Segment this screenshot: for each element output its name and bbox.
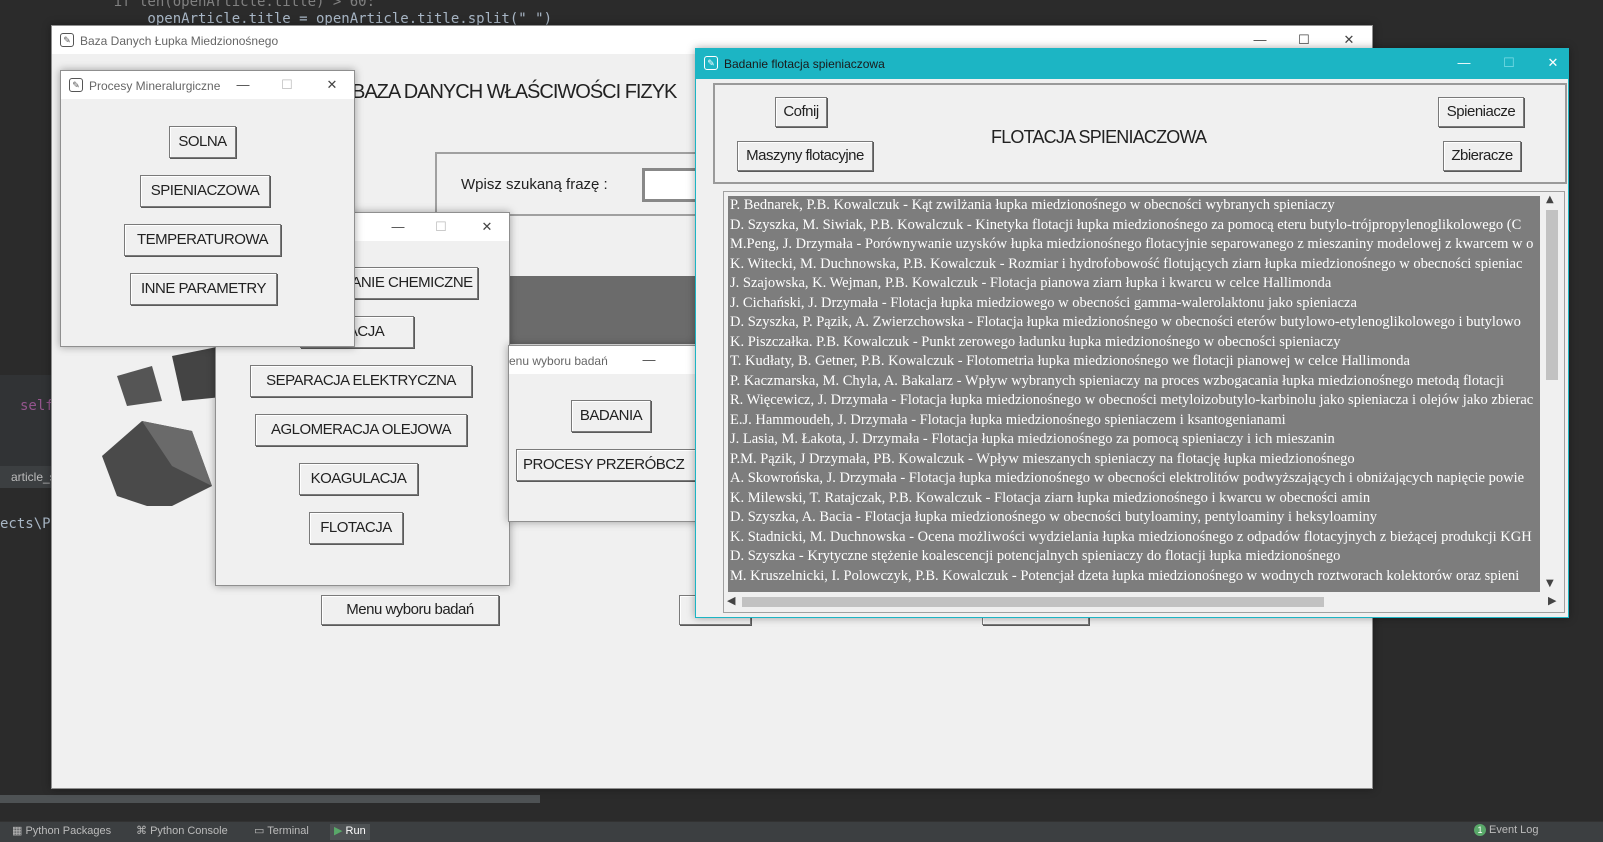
procesy-window-title: Procesy Mineralurgiczne <box>89 79 221 93</box>
chemical-button[interactable]: ANIE CHEMICZNE <box>346 267 478 299</box>
maximize-icon: ☐ <box>1503 55 1515 70</box>
maximize-icon: ☐ <box>281 77 293 92</box>
terminal-icon: ▭ <box>254 825 268 837</box>
maximize-icon: ☐ <box>435 219 447 234</box>
dark-banner <box>507 276 727 344</box>
back-button[interactable]: Cofnij <box>775 97 827 127</box>
minimize-icon[interactable]: — <box>231 76 255 94</box>
article-list-item[interactable]: D. Szyszka, A. Bacia - Flotacja łupka mi… <box>730 508 1540 528</box>
coagulation-button[interactable]: KOAGULACJA <box>299 463 418 495</box>
electric-separation-button[interactable]: SEPARACJA ELEKTRYCZNA <box>250 365 472 397</box>
article-list-item[interactable]: K. Piszczałka. P.B. Kowalczuk - Punkt ze… <box>730 333 1540 353</box>
python-packages-tab[interactable]: ▦ Python Packages <box>12 824 111 840</box>
article-list-item[interactable]: P.M. Pązik, J Drzymała, PB. Kowalczuk - … <box>730 450 1540 470</box>
feather-icon: ✎ <box>60 33 74 47</box>
articles-list[interactable]: P. Bednarek, P.B. Kowalczuk - Kąt zwilża… <box>728 196 1540 592</box>
article-list-item[interactable]: D. Szyszka - Krytyczne stężenie koalesce… <box>730 547 1540 567</box>
article-list-item[interactable]: M. Kruszelnicki, I. Polowczyk, P.B. Kowa… <box>730 567 1540 587</box>
article-list-item[interactable]: J. Cichański, J. Drzymała - Flotacja łup… <box>730 294 1540 314</box>
vertical-scroll-thumb[interactable] <box>1546 210 1558 380</box>
event-log-tab[interactable]: 1 Event Log <box>1474 824 1539 840</box>
procesy-titlebar: ✎ Procesy Mineralurgiczne — ☐ ✕ <box>61 71 354 99</box>
menu-window-title: enu wyboru badań <box>509 354 608 368</box>
close-icon[interactable]: ✕ <box>1541 54 1565 72</box>
minimize-icon[interactable]: — <box>386 218 410 236</box>
main-heading: BAZA DANYCH WŁAŚCIWOŚCI FIZYK <box>352 81 677 103</box>
search-label: Wpisz szukaną frazę : <box>461 176 608 193</box>
scroll-left-icon[interactable]: ◀ <box>727 594 735 607</box>
scroll-right-icon[interactable]: ▶ <box>1548 594 1556 607</box>
inne-parametry-button[interactable]: INNE PARAMETRY <box>130 273 277 305</box>
article-list-item[interactable]: J. Lasia, M. Łakota, J. Drzymała - Flota… <box>730 430 1540 450</box>
scroll-down-icon[interactable]: ▼ <box>1546 578 1554 589</box>
close-icon[interactable]: ✕ <box>1337 31 1361 49</box>
code-line-1: if len(openArticle.title) > 60: <box>80 0 376 10</box>
path-fragment: ects\P <box>0 516 51 532</box>
minimize-icon[interactable]: — <box>1248 31 1272 49</box>
article-list-item[interactable]: T. Kudłaty, B. Getner, P.B. Kowalczuk - … <box>730 352 1540 372</box>
horizontal-scroll-thumb[interactable] <box>742 597 1324 607</box>
menu-wyboru-button[interactable]: Menu wyboru badań <box>321 595 499 625</box>
article-list-item[interactable]: K. Stadnicki, M. Duchnowska - Ocena możl… <box>730 528 1540 548</box>
article-list-item[interactable]: D. Szyszka, P. Pązik, A. Zwierzchowska -… <box>730 313 1540 333</box>
console-icon: ⌘ <box>136 825 151 837</box>
feather-icon: ✎ <box>69 78 83 92</box>
flotacja-heading: FLOTACJA SPIENIACZOWA <box>991 127 1207 147</box>
oil-agglomeration-button[interactable]: AGLOMERACJA OLEJOWA <box>255 414 467 446</box>
close-icon[interactable]: ✕ <box>320 76 344 94</box>
article-list-item[interactable]: K. Witecki, M. Duchnowska, P.B. Kowalczu… <box>730 255 1540 275</box>
packages-icon: ▦ <box>12 825 26 837</box>
spieniaczowa-button[interactable]: SPIENIACZOWA <box>140 175 270 207</box>
article-list-item[interactable]: P. Bednarek, P.B. Kowalczuk - Kąt zwilża… <box>730 196 1540 216</box>
article-list-item[interactable]: K. Milewski, T. Ratajczak, P.B. Kowalczu… <box>730 489 1540 509</box>
article-list-item[interactable]: M.Peng, J. Drzymała - Porównywanie uzysk… <box>730 235 1540 255</box>
flotacja-window: ✎ Badanie flotacja spieniaczowa — ☐ ✕ Co… <box>695 48 1569 618</box>
article-list-item[interactable]: R. Więcewicz, J. Drzymała - Flotacja łup… <box>730 391 1540 411</box>
ide-scrollbar[interactable] <box>0 795 540 803</box>
article-tree-item[interactable]: article_s <box>11 470 56 484</box>
article-list-item[interactable]: D. Szyszka, M. Siwiak, P.B. Kowalczuk - … <box>730 216 1540 236</box>
minimize-icon[interactable]: — <box>1452 54 1476 72</box>
menu-window: enu wyboru badań — BADANIA PROCESY PRZER… <box>508 345 700 522</box>
solna-button[interactable]: SOLNA <box>169 126 236 158</box>
flotation-button[interactable]: FLOTACJA <box>309 512 403 544</box>
minimize-icon[interactable]: — <box>637 351 661 369</box>
article-list-item[interactable]: A. Skowrońska, J. Drzymała - Flotacja łu… <box>730 469 1540 489</box>
article-list-item[interactable]: J. Szajowska, K. Wejman, P.B. Kowalczuk … <box>730 274 1540 294</box>
temperaturowa-button[interactable]: TEMPERATUROWA <box>124 224 281 256</box>
ide-statusbar <box>0 821 1603 842</box>
collectors-button[interactable]: Zbieracze <box>1443 141 1521 171</box>
procesy-button[interactable]: PROCESY PRZERÓBCZ <box>516 449 699 481</box>
event-log-badge: 1 <box>1474 824 1486 836</box>
run-tab[interactable]: ▶ Run <box>330 824 370 840</box>
scroll-up-icon[interactable]: ▲ <box>1546 194 1554 205</box>
close-icon[interactable]: ✕ <box>475 218 499 236</box>
run-icon: ▶ <box>334 825 346 837</box>
article-list-item[interactable]: E.J. Hammoudeh, J. Drzymała - Flotacja ł… <box>730 411 1540 431</box>
horizontal-scrollbar[interactable]: ◀ ▶ <box>724 593 1562 611</box>
menu-titlebar: enu wyboru badań — <box>509 346 699 374</box>
foamers-button[interactable]: Spieniacze <box>1438 97 1524 127</box>
feather-icon: ✎ <box>704 56 718 70</box>
main-window-title: Baza Danych Łupka Miedzionośnego <box>80 34 279 48</box>
maximize-icon[interactable]: ☐ <box>1292 31 1316 49</box>
flotacja-window-title: Badanie flotacja spieniaczowa <box>724 57 885 71</box>
search-frame: Wpisz szukaną frazę : <box>435 152 718 216</box>
flotacja-header-frame: Cofnij Maszyny flotacyjne FLOTACJA SPIEN… <box>713 83 1567 184</box>
flotation-machines-button[interactable]: Maszyny flotacyjne <box>737 141 873 171</box>
flotacja-titlebar: ✎ Badanie flotacja spieniaczowa — ☐ ✕ <box>696 49 1568 79</box>
python-console-tab[interactable]: ⌘ Python Console <box>136 824 228 840</box>
terminal-tab[interactable]: ▭ Terminal <box>254 824 309 840</box>
procesy-window: ✎ Procesy Mineralurgiczne — ☐ ✕ SOLNA SP… <box>60 70 355 347</box>
badania-button[interactable]: BADANIA <box>571 400 651 432</box>
code-self: self <box>20 398 54 414</box>
vertical-scrollbar[interactable]: ▲ ▼ <box>1542 192 1562 592</box>
articles-listbox[interactable]: P. Bednarek, P.B. Kowalczuk - Kąt zwilża… <box>723 191 1565 613</box>
article-list-item[interactable]: P. Kaczmarska, M. Chyla, A. Bakalarz - W… <box>730 372 1540 392</box>
